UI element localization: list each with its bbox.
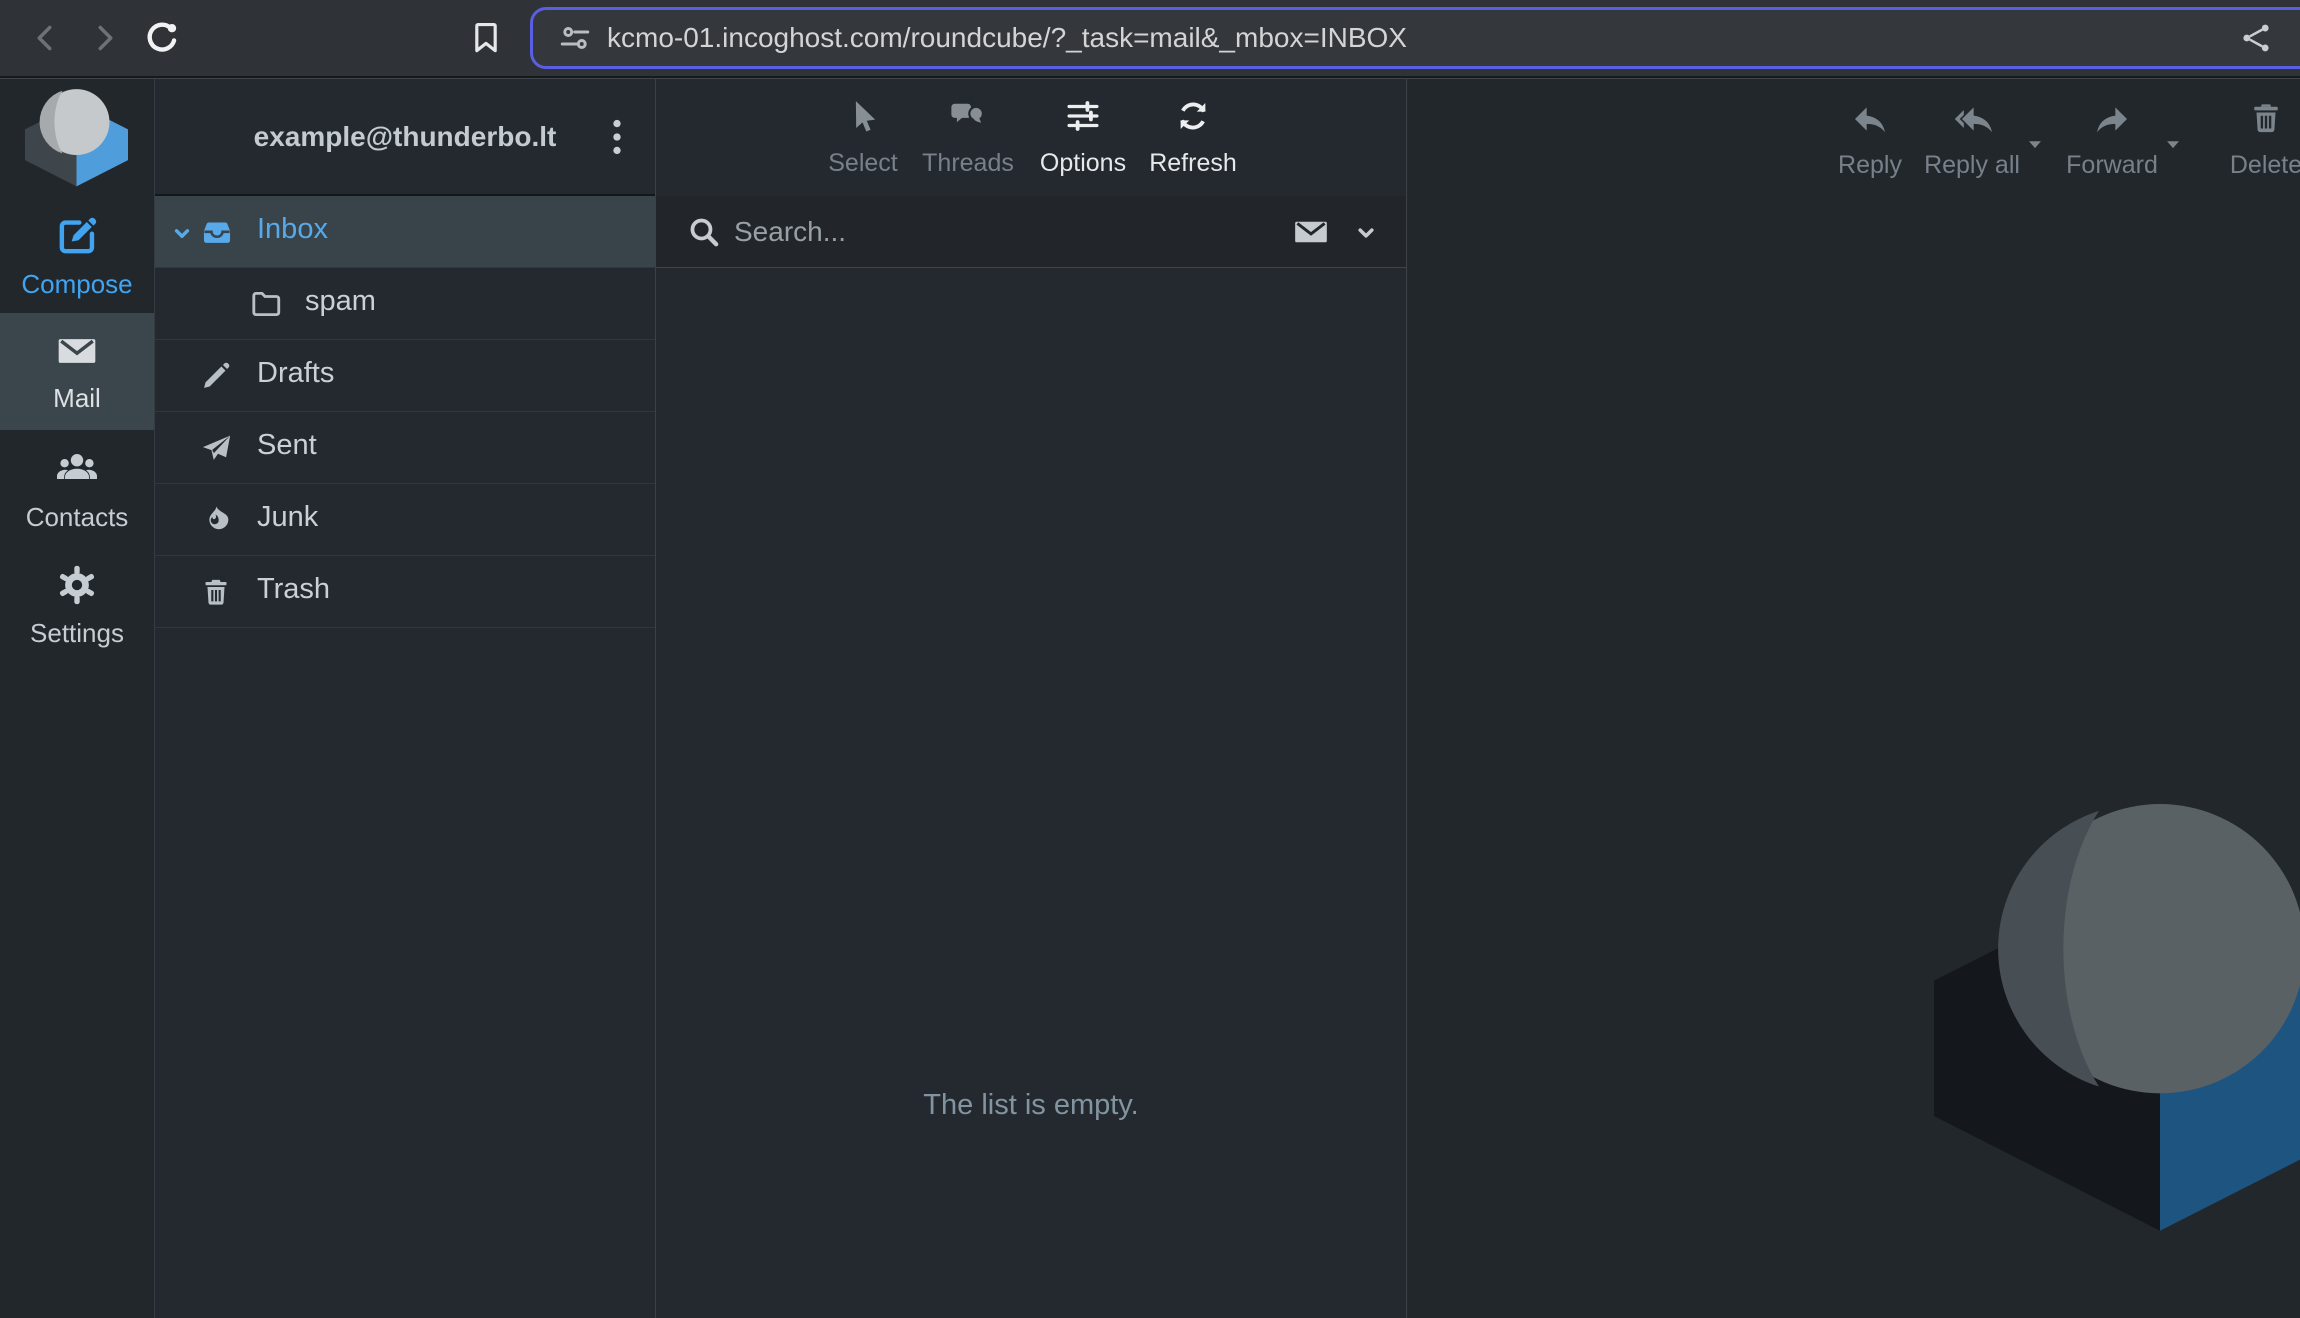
- empty-list-message: The list is empty.: [656, 1089, 1406, 1122]
- flame-icon: [199, 503, 233, 537]
- folder-item-junk[interactable]: Junk: [155, 484, 655, 556]
- folder-item-drafts[interactable]: Drafts: [155, 340, 655, 412]
- refresh-label: Refresh: [1138, 149, 1248, 178]
- browser-reload-button[interactable]: [138, 14, 186, 62]
- contacts-nav-button[interactable]: Contacts: [0, 430, 154, 547]
- contacts-icon: [53, 444, 101, 492]
- roundcube-webmail-screen: { "browser": { "url": "kcmo-01.incoghost…: [0, 0, 2300, 1317]
- list-toolbar: Select Threads Options Refresh: [656, 79, 1406, 196]
- contacts-label: Contacts: [26, 502, 129, 533]
- roundcube-app: Compose Mail Contacts Settings example@t…: [0, 78, 2300, 1317]
- mail-label: Mail: [53, 383, 101, 414]
- share-icon[interactable]: [2239, 21, 2273, 55]
- browser-back-button[interactable]: [22, 14, 70, 62]
- chevron-right-icon: [86, 20, 122, 56]
- chevron-left-icon: [28, 20, 64, 56]
- browser-forward-button[interactable]: [80, 14, 128, 62]
- select-button[interactable]: Select: [808, 79, 918, 196]
- account-email: example@thunderbo.lt: [254, 121, 557, 153]
- folder-item-sent[interactable]: Sent: [155, 412, 655, 484]
- cursor-icon: [844, 97, 882, 135]
- sliders-icon: [1063, 97, 1103, 135]
- inbox-icon: [199, 215, 235, 251]
- delete-label: Delete: [2208, 151, 2300, 180]
- search-scope-mail-icon[interactable]: [1292, 213, 1330, 251]
- search-bar: [656, 196, 1406, 268]
- folder-pane: example@thunderbo.lt Inbox spam Dr: [154, 79, 656, 1318]
- bookmark-button[interactable]: [462, 14, 510, 62]
- compose-button[interactable]: Compose: [0, 199, 154, 313]
- folder-item-spam[interactable]: spam: [155, 268, 655, 340]
- options-button[interactable]: Options: [1028, 79, 1138, 196]
- message-list-pane: Select Threads Options Refresh: [656, 79, 1407, 1318]
- compose-label: Compose: [21, 269, 132, 300]
- site-settings-icon[interactable]: [557, 20, 593, 56]
- folder-label: spam: [305, 285, 376, 318]
- folder-label: Trash: [257, 573, 330, 606]
- pencil-icon: [199, 359, 233, 393]
- roundcube-logo: [25, 87, 128, 188]
- roundcube-watermark-logo: [1934, 795, 2300, 1238]
- reply-button[interactable]: Reply: [1812, 79, 1928, 196]
- reply-label: Reply: [1812, 151, 1928, 180]
- forward-icon: [2091, 99, 2133, 139]
- settings-nav-button[interactable]: Settings: [0, 547, 154, 664]
- forward-label: Forward: [2054, 151, 2170, 180]
- message-pane: Reply Reply all Forward Delete: [1408, 79, 2300, 1318]
- threads-button[interactable]: Threads: [913, 79, 1023, 196]
- trash-icon: [199, 575, 233, 609]
- select-label: Select: [808, 149, 918, 178]
- folder-label: Drafts: [257, 357, 334, 390]
- compose-icon: [54, 213, 100, 259]
- address-bar[interactable]: kcmo-01.incoghost.com/roundcube/?_task=m…: [530, 7, 2300, 69]
- folder-label: Junk: [257, 501, 318, 534]
- mail-icon: [55, 329, 99, 373]
- delete-button[interactable]: Delete: [2208, 79, 2300, 196]
- reload-icon: [141, 17, 183, 59]
- chevron-down-icon[interactable]: [169, 220, 195, 246]
- folder-item-inbox[interactable]: Inbox: [155, 196, 655, 268]
- folder-label: Sent: [257, 429, 317, 462]
- reply-all-label: Reply all: [1914, 151, 2030, 180]
- app-taskbar: Compose Mail Contacts Settings: [0, 79, 154, 1318]
- threads-label: Threads: [913, 149, 1023, 178]
- refresh-icon: [1173, 97, 1213, 135]
- folder-options-button[interactable]: [595, 113, 639, 161]
- reply-all-icon: [1950, 99, 1994, 139]
- folder-item-trash[interactable]: Trash: [155, 556, 655, 628]
- options-label: Options: [1028, 149, 1138, 178]
- search-options-chevron-icon[interactable]: [1352, 219, 1380, 247]
- account-header: example@thunderbo.lt: [155, 79, 655, 196]
- reply-all-button[interactable]: Reply all: [1914, 79, 2030, 196]
- folder-icon: [249, 287, 283, 321]
- folder-label: Inbox: [257, 213, 328, 246]
- settings-label: Settings: [30, 618, 124, 649]
- search-icon: [686, 214, 722, 250]
- gear-icon: [54, 562, 100, 608]
- paper-plane-icon: [199, 431, 233, 465]
- mail-nav-button[interactable]: Mail: [0, 313, 154, 430]
- chat-bubbles-icon: [948, 97, 988, 135]
- bookmark-icon: [467, 19, 505, 57]
- refresh-button[interactable]: Refresh: [1138, 79, 1248, 196]
- reply-icon: [1849, 99, 1891, 139]
- forward-button[interactable]: Forward: [2054, 79, 2170, 196]
- url-text[interactable]: kcmo-01.incoghost.com/roundcube/?_task=m…: [607, 22, 1407, 54]
- forward-caret-icon[interactable]: [2160, 131, 2186, 157]
- delete-trash-icon: [2247, 99, 2285, 137]
- search-input[interactable]: [732, 206, 1256, 258]
- reply-all-caret-icon[interactable]: [2022, 131, 2048, 157]
- browser-toolbar: kcmo-01.incoghost.com/roundcube/?_task=m…: [0, 0, 2300, 78]
